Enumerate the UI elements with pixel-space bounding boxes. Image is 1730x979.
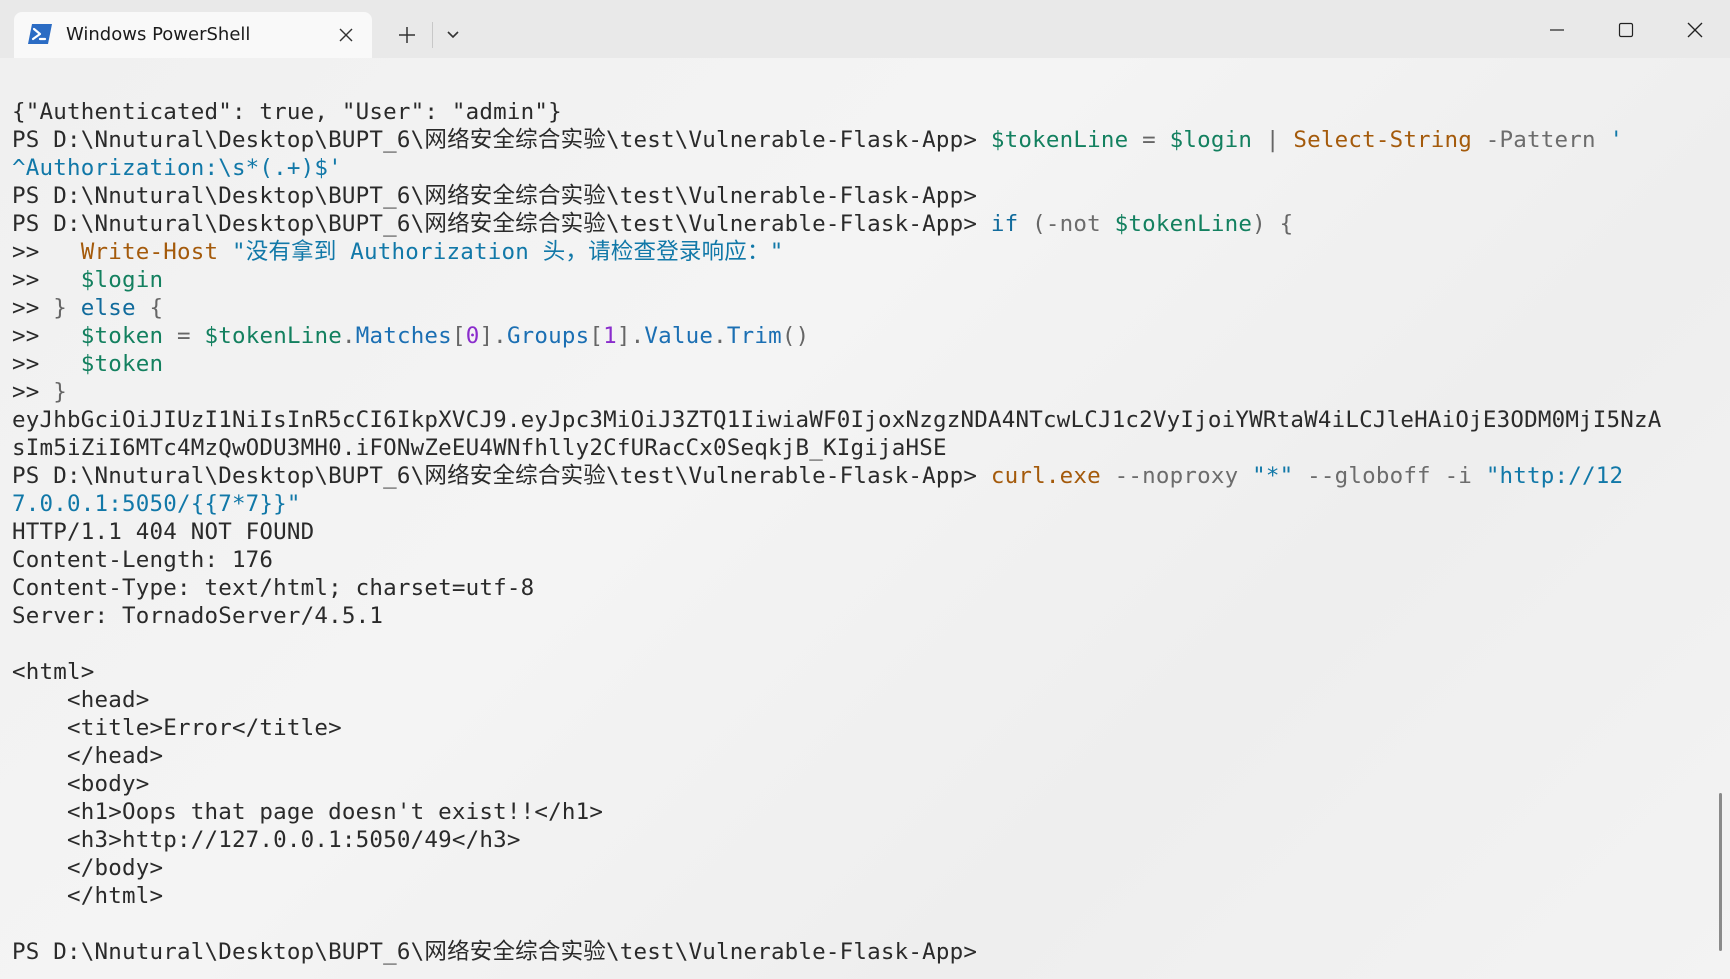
minimize-icon: [1550, 29, 1564, 31]
new-tab-button[interactable]: [390, 18, 424, 52]
terminal-output[interactable]: {"Authenticated": true, "User": "admin"}…: [0, 58, 1730, 979]
powershell-icon: [27, 22, 53, 46]
output-line: <html>: [12, 659, 95, 685]
output-line: eyJhbGciOiJIUzI1NiIsInR5cCI6IkpXVCJ9.eyJ…: [12, 407, 1662, 433]
continuation-line: >> Write-Host "没有拿到 Authorization 头，请检查登…: [12, 239, 784, 265]
continuation-line: >> $token = $tokenLine.Matches[0].Groups…: [12, 323, 810, 349]
continuation-line: >> $token: [12, 351, 164, 377]
command-line: PS D:\Nnutural\Desktop\BUPT_6\网络安全综合实验\t…: [12, 211, 1294, 237]
tab-windows-powershell[interactable]: Windows PowerShell: [14, 12, 372, 58]
output-line: Content-Type: text/html; charset=utf-8: [12, 575, 535, 601]
command-line: PS D:\Nnutural\Desktop\BUPT_6\网络安全综合实验\t…: [12, 127, 1624, 153]
title-bar[interactable]: Windows PowerShell: [0, 0, 1730, 58]
close-icon: [1687, 22, 1703, 38]
output-line: <body>: [12, 771, 150, 797]
output-line: <head>: [12, 687, 150, 713]
chevron-down-icon: [447, 31, 459, 39]
prompt-line: PS D:\Nnutural\Desktop\BUPT_6\网络安全综合实验\t…: [12, 939, 978, 965]
close-window-button[interactable]: [1672, 10, 1718, 50]
output-line: </head>: [12, 743, 164, 769]
tab-dropdown-button[interactable]: [436, 18, 470, 52]
output-line: Content-Length: 176: [12, 547, 274, 573]
command-line: PS D:\Nnutural\Desktop\BUPT_6\网络安全综合实验\t…: [12, 463, 1624, 489]
continuation-line: >> } else {: [12, 295, 164, 321]
tab-title: Windows PowerShell: [66, 24, 251, 45]
tab-separator: [432, 22, 433, 48]
close-icon[interactable]: [332, 21, 360, 49]
command-line-wrap: ^Authorization:\s*(.+)$': [12, 155, 342, 181]
vertical-scrollbar[interactable]: [1719, 793, 1722, 951]
maximize-icon: [1618, 22, 1634, 38]
output-line: Server: TornadoServer/4.5.1: [12, 603, 384, 629]
continuation-line: >> $login: [12, 267, 164, 293]
continuation-line: >> }: [12, 379, 67, 405]
prompt-line: PS D:\Nnutural\Desktop\BUPT_6\网络安全综合实验\t…: [12, 183, 978, 209]
output-line: {"Authenticated": true, "User": "admin"}: [12, 99, 562, 125]
output-line: </html>: [12, 883, 164, 909]
powershell-window: Windows PowerShell {"Authenticated": tru…: [0, 0, 1730, 979]
output-line: </body>: [12, 855, 164, 881]
output-line: <title>Error</title>: [12, 715, 342, 741]
maximize-button[interactable]: [1603, 10, 1649, 50]
output-line: <h3>http://127.0.0.1:5050/49</h3>: [12, 827, 521, 853]
minimize-button[interactable]: [1534, 10, 1580, 50]
plus-icon: [399, 27, 415, 43]
output-line: <h1>Oops that page doesn't exist!!</h1>: [12, 799, 604, 825]
command-line-wrap: 7.0.0.1:5050/{{7*7}}": [12, 491, 301, 517]
output-line: HTTP/1.1 404 NOT FOUND: [12, 519, 315, 545]
output-line: sIm5iZiI6MTc4MzQwODU3MH0.iFONwZeEU4WNfhl…: [12, 435, 947, 461]
